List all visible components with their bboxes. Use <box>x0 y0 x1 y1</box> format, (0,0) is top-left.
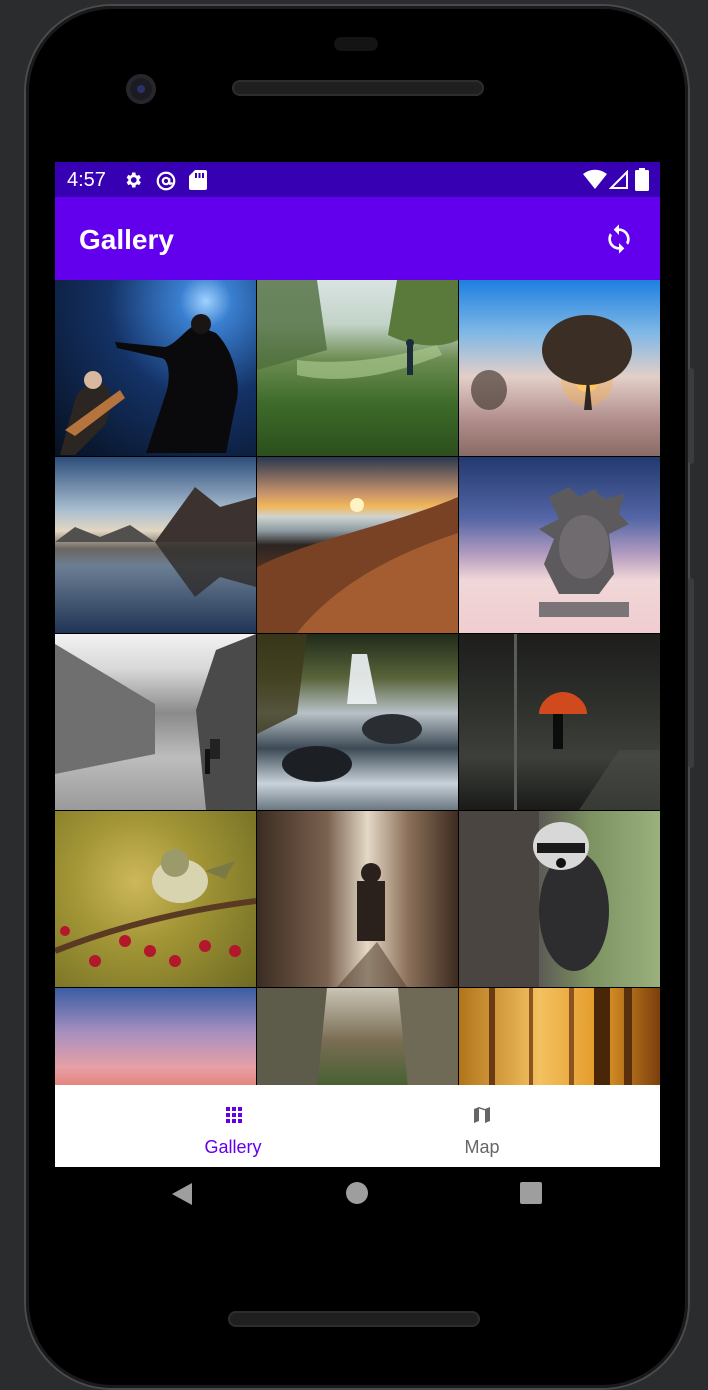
bottom-speaker <box>228 1311 480 1327</box>
at-sign-icon <box>156 171 176 191</box>
raccoon-scene <box>459 811 609 987</box>
sculpture-scene <box>539 487 629 617</box>
nav-label-map: Map <box>464 1137 500 1157</box>
photo-golden-forest-light[interactable] <box>459 988 660 1085</box>
recents-button[interactable] <box>520 1182 542 1204</box>
bottom-navigation: Gallery Map <box>55 1085 660 1167</box>
mountain-scene <box>55 487 256 597</box>
app-bar: Gallery <box>55 197 660 280</box>
grid-icon <box>226 1107 242 1123</box>
refresh-icon[interactable] <box>603 223 635 255</box>
street-scene <box>55 634 256 810</box>
umbrella-scene <box>514 634 660 810</box>
alley-scene <box>337 863 407 987</box>
photo-bird-on-berry-branch[interactable] <box>55 811 256 987</box>
tree-scene <box>471 315 632 410</box>
photo-rocky-canyon[interactable] <box>257 988 458 1085</box>
photo-raccoon-on-tree[interactable] <box>459 811 660 987</box>
volume-button <box>688 578 694 768</box>
sd-card-icon <box>189 170 207 190</box>
back-button[interactable] <box>170 1182 194 1206</box>
nav-label-gallery: Gallery <box>204 1137 262 1157</box>
photo-grid <box>55 280 660 1085</box>
home-button[interactable] <box>346 1182 368 1204</box>
photo-forest-waterfall[interactable] <box>257 634 458 810</box>
photo-sunset-over-hills[interactable] <box>257 457 458 633</box>
photo-black-white-street[interactable] <box>55 634 256 810</box>
forest-scene <box>489 988 632 1085</box>
path-scene <box>257 280 458 379</box>
status-bar: 4:57 <box>55 162 660 197</box>
nav-item-gallery[interactable]: Gallery <box>81 1085 385 1167</box>
photo-mountain-lake-reflection[interactable] <box>55 457 256 633</box>
photo-desert-sculpture-head[interactable] <box>459 457 660 633</box>
front-camera <box>126 74 156 104</box>
nav-item-map[interactable]: Map <box>357 1085 607 1167</box>
status-time: 4:57 <box>67 169 106 191</box>
concert-scene <box>60 314 238 455</box>
page-title: Gallery <box>79 224 174 255</box>
settings-icon <box>126 172 141 188</box>
hills-scene <box>257 497 458 633</box>
bird-scene <box>55 849 256 967</box>
photo-pink-sunset-clouds[interactable] <box>55 988 256 1085</box>
map-icon <box>474 1107 490 1123</box>
top-speaker <box>232 80 484 96</box>
power-button <box>688 368 694 464</box>
battery-icon <box>635 168 649 191</box>
photo-red-umbrella-figure[interactable] <box>459 634 660 810</box>
photo-man-in-alley[interactable] <box>257 811 458 987</box>
photo-misty-tree-sunrise[interactable] <box>459 280 660 456</box>
waterfall-scene <box>257 634 422 782</box>
cell-signal-icon <box>609 170 628 189</box>
proximity-sensor <box>334 37 378 51</box>
photo-concert-performers[interactable] <box>55 280 256 456</box>
screen: 4:57 Gallery Gallery Map <box>55 162 660 1167</box>
wifi-icon <box>583 169 607 189</box>
canyon-scene <box>257 988 458 1085</box>
photo-grassy-path-walker[interactable] <box>257 280 458 456</box>
